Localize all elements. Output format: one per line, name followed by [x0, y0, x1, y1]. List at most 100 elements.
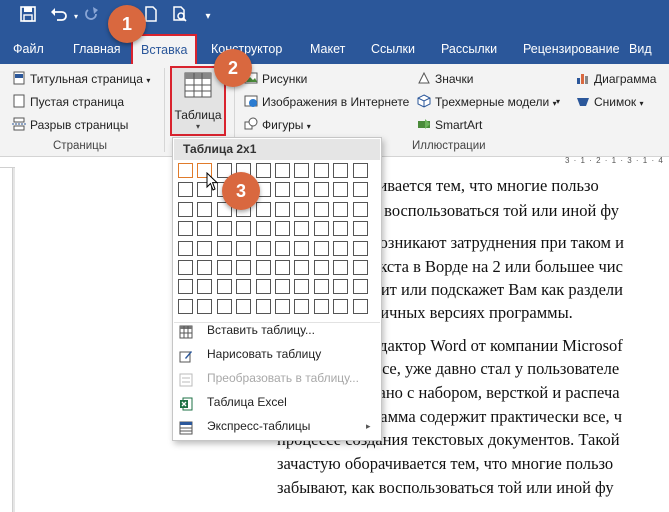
- table-grid-cell[interactable]: [333, 241, 348, 256]
- quick-tables-item[interactable]: Экспресс-таблицы ▸: [174, 414, 380, 438]
- tab-home[interactable]: Главная: [73, 34, 121, 64]
- chart-button[interactable]: Диаграмма: [576, 70, 656, 88]
- table-grid-cell[interactable]: [275, 202, 290, 217]
- customize-icon[interactable]: ▾: [202, 6, 214, 28]
- 3d-models-button[interactable]: Трехмерные модели ▾: [417, 93, 557, 111]
- table-grid-cell[interactable]: [256, 221, 271, 236]
- undo-icon[interactable]: [48, 6, 70, 28]
- icons-button[interactable]: Значки: [417, 70, 474, 88]
- screenshot-button[interactable]: Снимок ▾: [576, 93, 644, 111]
- table-grid-cell[interactable]: [294, 202, 309, 217]
- tab-view[interactable]: Вид: [629, 34, 652, 64]
- table-grid-cell[interactable]: [294, 241, 309, 256]
- tab-layout[interactable]: Макет: [310, 34, 345, 64]
- table-grid-cell[interactable]: [275, 279, 290, 294]
- table-grid-cell[interactable]: [314, 182, 329, 197]
- table-grid-cell[interactable]: [256, 279, 271, 294]
- table-grid-cell[interactable]: [294, 163, 309, 178]
- table-grid-cell[interactable]: [333, 163, 348, 178]
- table-grid-cell[interactable]: [333, 279, 348, 294]
- print-preview-icon[interactable]: [170, 6, 190, 28]
- table-grid-cell[interactable]: [256, 202, 271, 217]
- table-grid-cell[interactable]: [217, 241, 232, 256]
- table-grid-cell[interactable]: [333, 260, 348, 275]
- shapes-button[interactable]: Фигуры ▾: [244, 116, 311, 134]
- table-grid-cell[interactable]: [314, 279, 329, 294]
- table-grid-cell[interactable]: [217, 221, 232, 236]
- table-grid-cell[interactable]: [333, 299, 348, 314]
- tab-file[interactable]: Файл: [13, 34, 44, 64]
- table-grid-cell[interactable]: [314, 241, 329, 256]
- table-grid-cell[interactable]: [178, 241, 193, 256]
- table-grid-cell[interactable]: [353, 279, 368, 294]
- table-grid-cell[interactable]: [178, 221, 193, 236]
- table-grid-cell[interactable]: [178, 260, 193, 275]
- table-grid-cell[interactable]: [236, 221, 251, 236]
- table-grid-cell[interactable]: [236, 260, 251, 275]
- table-grid-cell[interactable]: [197, 241, 212, 256]
- table-grid-cell[interactable]: [275, 241, 290, 256]
- table-grid-cell[interactable]: [353, 202, 368, 217]
- table-grid-cell[interactable]: [236, 241, 251, 256]
- table-grid-cell[interactable]: [275, 299, 290, 314]
- table-grid-cell[interactable]: [256, 163, 271, 178]
- table-grid-cell[interactable]: [217, 260, 232, 275]
- table-grid-cell[interactable]: [236, 279, 251, 294]
- tab-insert[interactable]: Вставка: [131, 34, 198, 66]
- table-grid-cell[interactable]: [197, 299, 212, 314]
- table-grid-cell[interactable]: [178, 182, 193, 197]
- tab-review[interactable]: Рецензирование: [523, 34, 620, 64]
- table-grid-cell[interactable]: [197, 260, 212, 275]
- table-grid-cell[interactable]: [314, 299, 329, 314]
- table-grid-cell[interactable]: [256, 299, 271, 314]
- table-grid-cell[interactable]: [314, 163, 329, 178]
- insert-table-item[interactable]: Вставить таблицу...: [174, 318, 380, 342]
- table-grid-cell[interactable]: [275, 221, 290, 236]
- draw-table-item[interactable]: Нарисовать таблицу: [174, 342, 380, 366]
- undo-dropdown-icon[interactable]: ▾: [71, 6, 81, 28]
- convert-to-table-item[interactable]: Преобразовать в таблицу...: [174, 366, 380, 390]
- table-grid-cell[interactable]: [294, 260, 309, 275]
- table-grid-cell[interactable]: [353, 182, 368, 197]
- table-grid-cell[interactable]: [256, 260, 271, 275]
- table-grid-cell[interactable]: [294, 299, 309, 314]
- online-pictures-button[interactable]: Изображения в Интернете: [244, 93, 409, 111]
- table-grid-cell[interactable]: [353, 299, 368, 314]
- table-grid-cell[interactable]: [353, 241, 368, 256]
- excel-table-item[interactable]: Таблица Excel: [174, 390, 380, 414]
- tab-references[interactable]: Ссылки: [371, 34, 415, 64]
- save-icon[interactable]: [18, 6, 38, 28]
- table-grid-cell[interactable]: [353, 163, 368, 178]
- table-grid-cell[interactable]: [275, 182, 290, 197]
- table-grid-cell[interactable]: [275, 260, 290, 275]
- table-grid-cell[interactable]: [294, 182, 309, 197]
- table-grid-cell[interactable]: [178, 279, 193, 294]
- table-grid-cell[interactable]: [294, 221, 309, 236]
- table-grid-cell[interactable]: [314, 202, 329, 217]
- table-grid-cell[interactable]: [333, 202, 348, 217]
- table-grid-cell[interactable]: [294, 279, 309, 294]
- table-grid-cell[interactable]: [217, 299, 232, 314]
- table-grid-cell[interactable]: [197, 221, 212, 236]
- blank-page-button[interactable]: Пустая страница: [12, 93, 124, 111]
- table-grid-cell[interactable]: [275, 163, 290, 178]
- table-grid-cell[interactable]: [314, 260, 329, 275]
- tab-mailings[interactable]: Рассылки: [441, 34, 497, 64]
- redo-icon[interactable]: [84, 6, 100, 28]
- table-grid-cell[interactable]: [178, 202, 193, 217]
- table-grid-cell[interactable]: [353, 221, 368, 236]
- table-grid-cell[interactable]: [178, 163, 193, 178]
- table-grid-cell[interactable]: [236, 299, 251, 314]
- page-break-button[interactable]: Разрыв страницы: [12, 116, 128, 134]
- table-grid-cell[interactable]: [353, 260, 368, 275]
- table-grid-cell[interactable]: [314, 221, 329, 236]
- table-grid-cell[interactable]: [333, 221, 348, 236]
- smartart-button[interactable]: SmartArt: [417, 116, 482, 134]
- table-grid-cell[interactable]: [197, 279, 212, 294]
- table-grid-cell[interactable]: [178, 299, 193, 314]
- table-grid-cell[interactable]: [217, 279, 232, 294]
- table-grid-cell[interactable]: [197, 202, 212, 217]
- table-grid-cell[interactable]: [256, 241, 271, 256]
- cover-page-button[interactable]: Титульная страница ▾: [12, 70, 150, 88]
- pictures-button[interactable]: Рисунки: [244, 70, 307, 88]
